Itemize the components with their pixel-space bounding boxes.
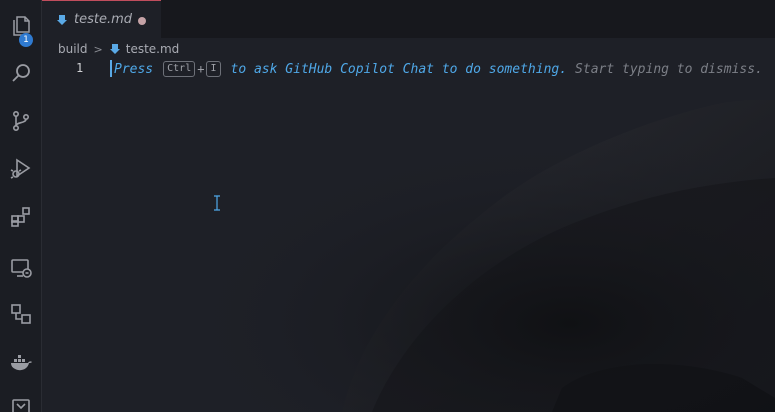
source-control-icon bbox=[12, 110, 29, 131]
markdown-file-icon bbox=[57, 14, 67, 25]
background-image bbox=[42, 58, 775, 412]
explorer-badge: 1 bbox=[19, 33, 33, 47]
docker-button[interactable] bbox=[0, 342, 41, 382]
breadcrumb-separator: > bbox=[93, 42, 103, 56]
hint-action: to ask GitHub Copilot Chat to do somethi… bbox=[230, 61, 568, 77]
tab-bar: teste.md bbox=[42, 0, 775, 38]
search-icon bbox=[11, 64, 30, 82]
ctrl-key: Ctrl bbox=[163, 61, 196, 77]
tasks-icon bbox=[11, 399, 30, 412]
tab-label: teste.md bbox=[74, 12, 133, 27]
copilot-hint: Press Ctrl + I to ask GitHub Copilot Cha… bbox=[114, 60, 763, 78]
plus-sign: + bbox=[197, 62, 205, 76]
vscode-window: 1 teste.md build > teste.md 1 Press Ctrl… bbox=[0, 0, 775, 412]
extensions-button[interactable] bbox=[0, 197, 41, 237]
remote-explorer-icon bbox=[10, 259, 32, 278]
activity-bar: 1 bbox=[0, 0, 42, 412]
hint-dismiss: Start typing to dismiss. bbox=[575, 61, 763, 77]
docker-icon bbox=[10, 355, 32, 371]
ibeam-cursor-icon bbox=[214, 195, 220, 211]
unsaved-indicator[interactable] bbox=[138, 17, 146, 25]
breadcrumb: build > teste.md bbox=[58, 40, 179, 58]
extensions-icon bbox=[10, 207, 30, 227]
breadcrumb-folder[interactable]: build bbox=[58, 42, 88, 56]
project-manager-button[interactable] bbox=[0, 294, 41, 334]
hint-press: Press bbox=[114, 61, 154, 77]
source-control-button[interactable] bbox=[0, 101, 41, 141]
text-cursor bbox=[110, 60, 112, 77]
run-debug-icon bbox=[10, 158, 30, 179]
line-number: 1 bbox=[76, 61, 84, 75]
editor-area[interactable]: 1 Press Ctrl + I to ask GitHub Copilot C… bbox=[42, 58, 775, 412]
i-key: I bbox=[206, 61, 221, 77]
breadcrumb-file[interactable]: teste.md bbox=[126, 42, 180, 56]
run-debug-button[interactable] bbox=[0, 149, 41, 189]
markdown-file-icon bbox=[109, 44, 120, 54]
remote-explorer-button[interactable] bbox=[0, 248, 41, 288]
project-manager-icon bbox=[10, 304, 31, 324]
explorer-button[interactable]: 1 bbox=[0, 6, 41, 47]
search-button[interactable] bbox=[0, 53, 41, 93]
tab-teste-md[interactable]: teste.md bbox=[42, 0, 161, 38]
tasks-button[interactable] bbox=[0, 386, 41, 412]
